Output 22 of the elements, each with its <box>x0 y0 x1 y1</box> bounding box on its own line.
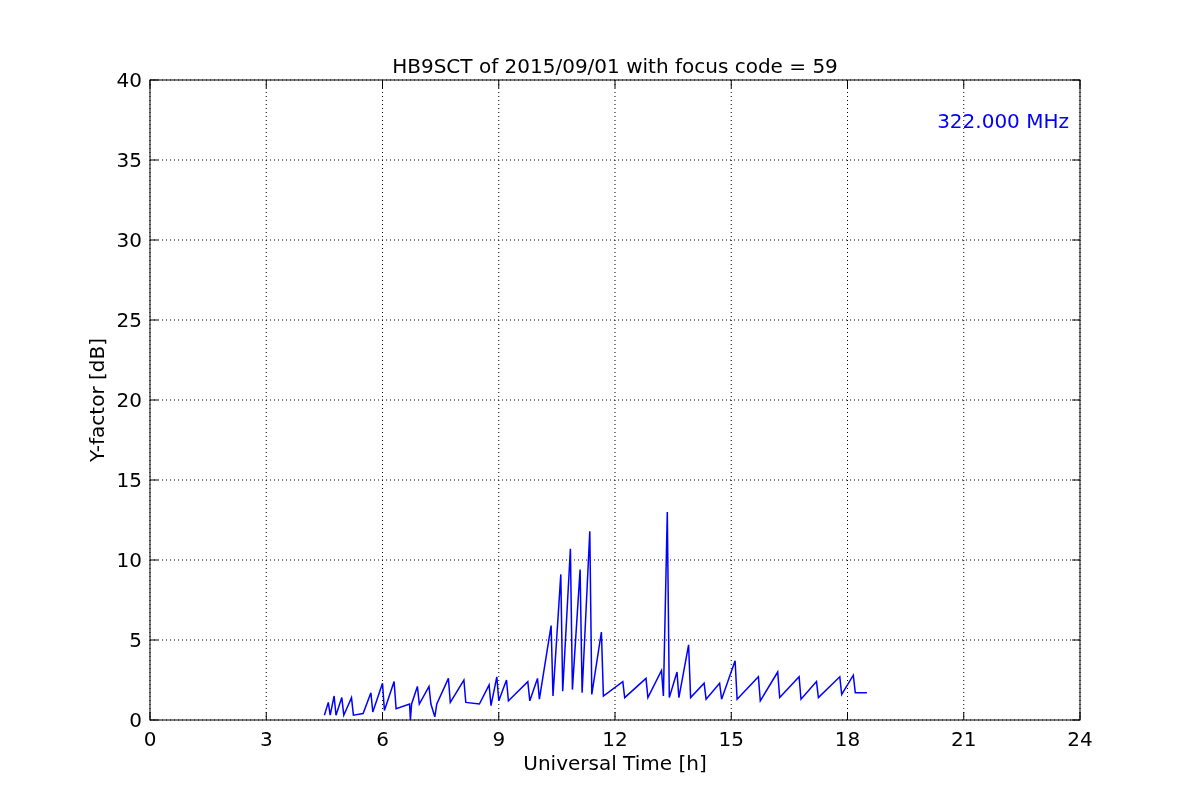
tick-label: 10 <box>116 548 142 572</box>
tick-label: 30 <box>116 228 142 252</box>
tick-label: 9 <box>492 727 506 751</box>
tick-label: 18 <box>834 727 861 751</box>
tick-label: 40 <box>116 68 142 92</box>
series-label: 322.000 MHz <box>937 109 1069 133</box>
y-axis-label: Y-factor [dB] <box>85 338 109 462</box>
x-axis-label: Universal Time [h] <box>523 751 707 775</box>
tick-label: 6 <box>376 727 389 751</box>
tick-label: 15 <box>718 727 744 751</box>
tick-label: 15 <box>116 468 142 492</box>
tick-label: 35 <box>116 148 142 172</box>
tick-label: 5 <box>129 628 142 652</box>
tick-label: 21 <box>951 727 977 751</box>
tick-label: 25 <box>116 308 142 332</box>
tick-label: 20 <box>116 388 142 412</box>
chart-title: HB9SCT of 2015/09/01 with focus code = 59 <box>392 54 838 78</box>
tick-label: 12 <box>602 727 628 751</box>
tick-label: 24 <box>1067 727 1093 751</box>
tick-label: 0 <box>129 708 142 732</box>
tick-label: 3 <box>259 727 273 751</box>
tick-label: 0 <box>143 727 157 751</box>
